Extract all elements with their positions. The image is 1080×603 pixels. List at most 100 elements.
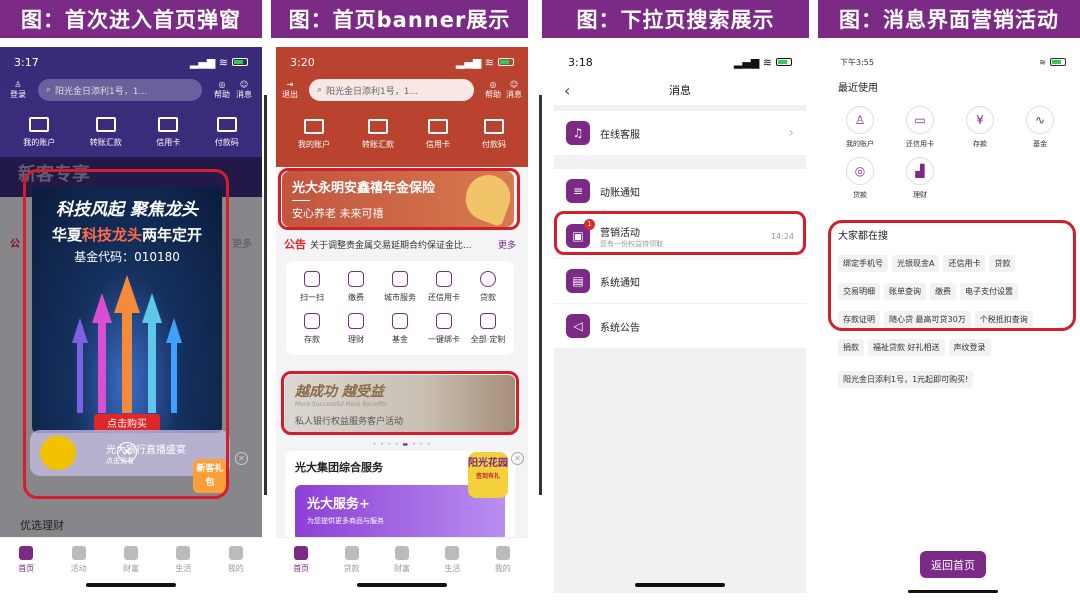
search-tag[interactable]: 个税抵扣查询 [974,311,1033,328]
home-icon [294,546,309,560]
notice-text: 关于调整贵金属交易延期合约保证金比... [310,240,472,251]
scan-icon [304,271,320,287]
badge-close-icon[interactable]: ✕ [511,452,524,465]
close-popup-button[interactable]: ✕ [117,442,137,462]
quick-credit[interactable]: 信用卡 [426,119,450,150]
help-button[interactable]: ◎ 帮助 [214,80,230,100]
coffee-icon [445,546,460,560]
quick-label: 我的账户 [23,138,56,147]
search-input[interactable]: ⌕ 阳光金日添利1号，1... [309,79,474,101]
card-icon [158,117,179,132]
row-account-notice[interactable]: ≡ 动账通知 [554,169,806,213]
back-home-button[interactable]: 返回首页 [920,551,986,578]
grid-loan[interactable]: 贷款 [466,271,510,303]
search-tag[interactable]: 随心贷 最高可贷30万 [884,311,971,328]
search-tag[interactable]: 账单查询 [884,283,926,300]
grid-scan[interactable]: 扫一扫 [290,271,334,303]
sunshine-garden-badge[interactable]: 阳光花园 签到有礼 [468,452,508,498]
new-customer-badge[interactable]: 新客礼包 [193,459,227,493]
quick-account[interactable]: 我的账户 [23,117,55,148]
caption: 图：下拉页搜索展示 [542,0,809,38]
row-sub: 您有一份权益待领取 [600,239,663,248]
quick-transfer[interactable]: 转账汇款 [362,119,394,150]
notice-tag: 公告 [284,238,306,251]
quick-paycode[interactable]: 付款码 [215,117,239,148]
tab-mine[interactable]: 我的 [228,546,244,593]
message-list: ♫ 在线客服 › ≡ 动账通知 ▣ 1 营销活动 您有一份权益待领取 14:24 ▤… [554,111,806,348]
chart-icon [348,313,364,329]
search-tag[interactable]: 还信用卡 [943,255,986,272]
chart-icon [394,546,409,560]
tab-life[interactable]: 生活 [175,546,191,593]
row-marketing[interactable]: ▣ 1 营销活动 您有一份权益待领取 14:24 [554,214,806,258]
recent-deposit[interactable]: ¥ 存款 [950,106,1010,149]
search-tag[interactable]: 交易明细 [838,283,880,300]
message-button[interactable]: ☺ 消息 [236,80,252,100]
row-time: 14:24 [770,231,794,241]
search-tag[interactable]: 声纹登录 [948,339,991,356]
tab-mine[interactable]: 我的 [495,546,511,593]
insurance-banner[interactable]: 光大永明安鑫禧年金保险 安心养老 未来可禧 [282,168,517,228]
search-tag[interactable]: 福祉贷款 好礼相送 [868,339,945,356]
grid-pay[interactable]: 缴费 [334,271,378,303]
grid-fund[interactable]: 基金 [378,313,422,345]
recent-account[interactable]: ♙ 我的账户 [830,106,890,149]
help-label: 帮助 [485,90,501,99]
row-system-announce[interactable]: ◁ 系统公告 [554,304,806,348]
exit-button[interactable]: ⇥ 退出 [282,80,298,100]
search-tag[interactable]: 存款证明 [838,311,880,328]
recent-fund[interactable]: ∿ 基金 [1010,106,1070,149]
quick-transfer[interactable]: 转账汇款 [90,117,122,148]
tab-home[interactable]: 首页 [293,546,309,593]
grid-repay-card[interactable]: 还信用卡 [422,271,466,303]
recent-label: 贷款 [853,191,867,199]
grid-label: 还信用卡 [428,293,460,302]
search-icon: ⌕ [317,85,323,95]
message-button[interactable]: ☺ 消息 [506,80,522,100]
grid-deposit[interactable]: 存款 [290,313,334,345]
quick-account[interactable]: 我的账户 [298,119,330,150]
tab-label: 贷款 [343,564,360,573]
more-link[interactable]: 更多 [498,238,516,251]
help-button[interactable]: ◎ 帮助 [485,80,501,100]
badge-close-icon[interactable]: ✕ [235,452,248,465]
search-input[interactable]: ⌕ 阳光金日添利1号，1... [38,79,202,101]
row-label: 在线客服 [600,129,640,141]
page-title: 消息 [669,84,691,97]
building-icon [392,271,408,287]
status-icons: ▂▄▆ ≋ [190,56,248,69]
search-tag[interactable]: 贷款 [989,255,1016,272]
tab-activity[interactable]: 活动 [71,546,87,593]
apps-icon [480,313,496,329]
recent-credit[interactable]: ▭ 还信用卡 [890,106,950,149]
promo-popup[interactable]: 科技风起 聚焦龙头 华夏科技龙头两年定开 基金代码：010180 点击购买 [32,187,222,433]
row-label: 动账通知 [600,187,640,199]
badge-sub: 签到有礼 [475,473,500,480]
notice-bar[interactable]: 公告 关于调整贵金属交易延期合约保证金比... 更多 [284,235,516,253]
recent-loan[interactable]: ◎ 贷款 [830,157,890,200]
grid-all[interactable]: 全部·定制 [466,313,510,345]
grid-label: 贷款 [480,293,496,302]
grid-bind-card[interactable]: 一键绑卡 [422,313,466,345]
recent-finance[interactable]: ▟ 理财 [890,157,950,200]
search-tag[interactable]: 捐款 [838,339,864,356]
tab-home[interactable]: 首页 [18,546,34,593]
login-button[interactable]: ♙ 登录 [10,80,26,100]
search-tag[interactable]: 电子支付设置 [960,283,1018,300]
home-indicator [635,583,725,587]
private-bank-banner[interactable]: 越成功 越受益 More Successful More Benefits 私人… [285,375,515,433]
banner2-sub: 私人银行权益服务客户活动 [295,417,404,427]
search-tag[interactable]: 绑定手机号 [838,255,888,272]
row-system-notice[interactable]: ▤ 系统通知 [554,259,806,303]
promo-search-tag[interactable]: 阳光金日添利1号，1元起即可购买! [838,371,974,388]
search-tag[interactable]: 光银现金A [892,255,940,272]
grid-label: 基金 [392,335,408,344]
grid-finance[interactable]: 理财 [334,313,378,345]
search-tag[interactable]: 缴费 [930,283,956,300]
grid-city[interactable]: 城市服务 [378,271,422,303]
row-online-service[interactable]: ♫ 在线客服 › [554,111,806,155]
quick-credit[interactable]: 信用卡 [156,117,180,148]
quick-paycode[interactable]: 付款码 [482,119,506,150]
buy-button[interactable]: 点击购买 [94,414,160,431]
person-icon [495,546,510,560]
